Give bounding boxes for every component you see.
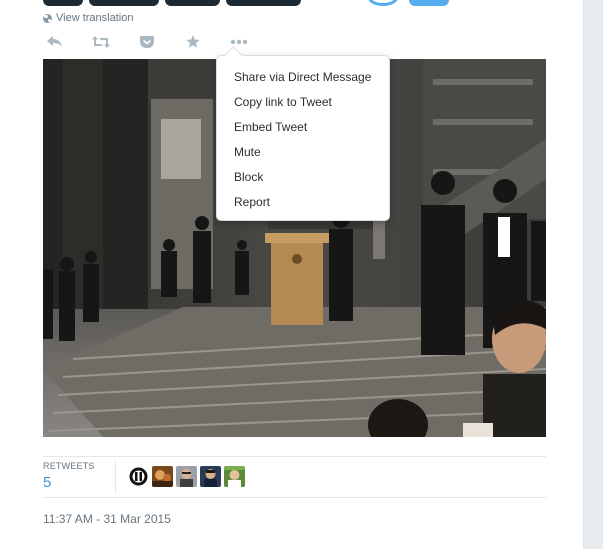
star-button[interactable] [181, 32, 205, 52]
stats-divider-vertical [115, 460, 116, 494]
tweet-more-menu: Share via Direct Message Copy link to Tw… [216, 46, 390, 221]
retweeter-avatars [128, 466, 245, 487]
tweet-actions [43, 32, 273, 52]
view-translation-label: View translation [56, 12, 134, 24]
tweet-card: View translation Share via Direct Messag… [0, 0, 584, 549]
favorite-button[interactable] [135, 32, 159, 52]
retweet-icon [92, 36, 110, 48]
more-icon [230, 39, 248, 45]
tweet-text-cut-off [43, 0, 563, 6]
avatar[interactable] [176, 466, 197, 487]
retweets-count[interactable]: 5 [43, 474, 51, 491]
retweet-button[interactable] [89, 32, 113, 52]
reply-button[interactable] [43, 32, 67, 52]
stats-divider-bottom [43, 497, 546, 498]
avatar[interactable] [200, 466, 221, 487]
tweet-timestamp[interactable]: 11:37 AM - 31 Mar 2015 [43, 512, 171, 526]
avatar[interactable] [128, 466, 149, 487]
menu-item-embed-tweet[interactable]: Embed Tweet [217, 118, 389, 143]
menu-item-mute[interactable]: Mute [217, 143, 389, 168]
star-icon [186, 35, 200, 48]
view-translation-link[interactable]: View translation [43, 11, 133, 25]
avatar[interactable] [224, 466, 245, 487]
menu-item-copy-link[interactable]: Copy link to Tweet [217, 93, 389, 118]
retweets-label: RETWEETS [43, 461, 95, 471]
reply-icon [47, 36, 62, 47]
menu-item-block[interactable]: Block [217, 168, 389, 193]
pocket-icon [140, 36, 154, 48]
globe-icon [43, 13, 52, 23]
page-background-strip [584, 0, 603, 549]
avatar[interactable] [152, 466, 173, 487]
stats-divider-top [43, 456, 546, 457]
menu-item-share-via-dm[interactable]: Share via Direct Message [217, 68, 389, 93]
menu-item-report[interactable]: Report [217, 193, 389, 218]
